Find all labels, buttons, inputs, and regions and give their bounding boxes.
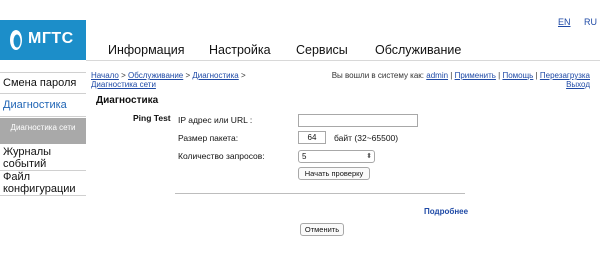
sidebar-item-label: Журналы событий <box>3 146 52 170</box>
sidebar-item-label: Файл конфигурации <box>3 171 76 195</box>
breadcrumb-home[interactable]: Начало <box>91 71 119 80</box>
more-details-link[interactable]: Подробнее <box>424 207 468 216</box>
help-link[interactable]: Помощь <box>502 71 533 80</box>
ip-label: IP адрес или URL : <box>178 115 253 125</box>
sidebar-item-config-file[interactable]: Файл конфигурации <box>0 171 86 196</box>
nav-info[interactable]: Информация <box>108 43 185 57</box>
breadcrumb-network-diag[interactable]: Диагностика сети <box>91 80 156 89</box>
breadcrumb-maintenance[interactable]: Обслуживание <box>128 71 183 80</box>
user-link[interactable]: admin <box>426 71 448 80</box>
apply-link[interactable]: Применить <box>455 71 496 80</box>
logout-link[interactable]: Выход <box>566 80 590 89</box>
sidebar-item-diagnostics[interactable]: Диагностика <box>0 94 86 117</box>
nav-maintenance[interactable]: Обслуживание <box>375 43 461 57</box>
breadcrumb-diagnostics[interactable]: Диагностика <box>192 71 238 80</box>
logo-egg-icon <box>10 30 22 50</box>
sidebar-subitem-network-diag[interactable]: Диагностика сети <box>0 118 86 144</box>
sidebar-item-label: Диагностика <box>3 99 67 111</box>
lang-en-link[interactable]: EN <box>558 17 571 27</box>
breadcrumb-sep: > <box>238 71 246 80</box>
sidebar-item-change-password[interactable]: Смена пароля <box>0 72 86 94</box>
cancel-button[interactable]: Отменить <box>300 223 344 236</box>
ping-test-heading: Ping Test <box>133 113 171 123</box>
start-check-button[interactable]: Начать проверку <box>298 167 370 180</box>
chevron-updown-icon: ⬍ <box>366 153 372 160</box>
nav-services[interactable]: Сервисы <box>296 43 348 57</box>
request-count-select[interactable]: 5 ⬍ <box>298 150 375 163</box>
breadcrumb-sep: > <box>183 71 193 80</box>
divider <box>175 193 465 194</box>
nav-settings[interactable]: Настройка <box>209 43 271 57</box>
reboot-link[interactable]: Перезагрузка <box>540 71 590 80</box>
request-count-label: Количество запросов: <box>178 151 265 161</box>
lang-ru-link[interactable]: RU <box>584 17 597 27</box>
request-count-value: 5 <box>302 152 307 161</box>
logged-in-prefix: Вы вошли в систему как: <box>331 71 425 80</box>
mgts-logo: МГТС <box>0 20 86 60</box>
sidebar-item-label: Смена пароля <box>3 77 77 89</box>
packet-size-range: байт (32~65500) <box>334 133 399 143</box>
user-bar: Вы вошли в систему как: admin | Применит… <box>310 71 590 89</box>
ip-input[interactable] <box>298 114 418 127</box>
page-title: Диагностика <box>96 95 159 106</box>
logo-text: МГТС <box>28 30 74 47</box>
sidebar-item-event-logs[interactable]: Журналы событий <box>0 146 86 171</box>
breadcrumb-sep: > <box>118 71 128 80</box>
packet-size-label: Размер пакета: <box>178 133 239 143</box>
breadcrumb: Начало > Обслуживание > Диагностика > Ди… <box>91 71 321 89</box>
top-nav: Информация Настройка Сервисы Обслуживани… <box>86 40 600 61</box>
packet-size-input[interactable]: 64 <box>298 131 326 144</box>
